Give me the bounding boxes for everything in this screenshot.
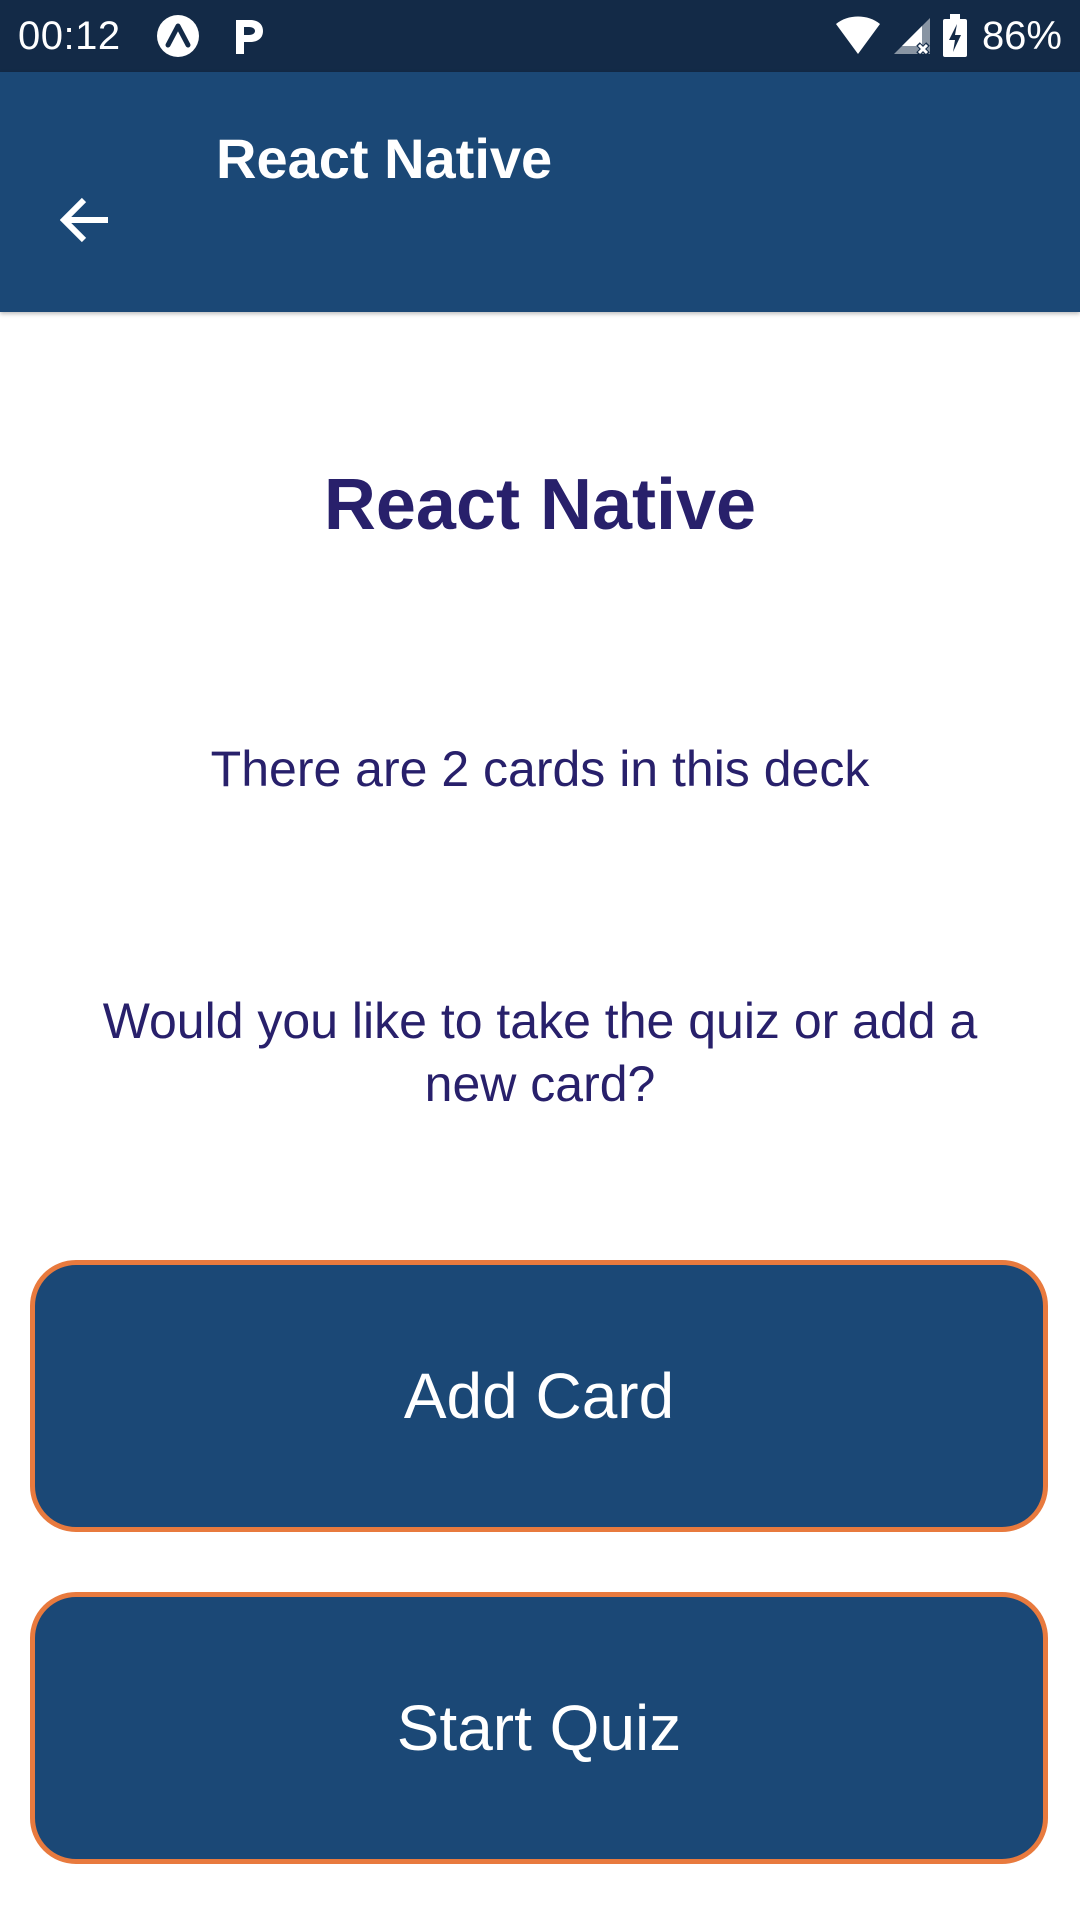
battery-percentage: 86% [981, 14, 1062, 58]
battery-icon [942, 14, 967, 57]
start-quiz-button[interactable]: Start Quiz [30, 1592, 1048, 1864]
prompt-text: Would you like to take the quiz or add a… [102, 993, 978, 1112]
wifi-icon [835, 16, 880, 54]
back-button[interactable] [46, 180, 126, 260]
add-card-button[interactable]: Add Card [30, 1260, 1048, 1532]
deck-title: React Native [323, 465, 757, 545]
status-icons: 86% [834, 10, 1062, 62]
app-bar-title: React Native [216, 127, 553, 190]
card-count-text: There are 2 cards in this deck [210, 741, 870, 797]
arrow-left-icon [60, 197, 108, 243]
status-bar: 00:12 86% [0, 0, 1080, 72]
expo-icon [157, 15, 199, 57]
p-icon [236, 20, 263, 54]
status-time: 00:12 [18, 14, 121, 58]
app-bar: React Native [0, 72, 1080, 312]
signal-icon [893, 18, 930, 56]
